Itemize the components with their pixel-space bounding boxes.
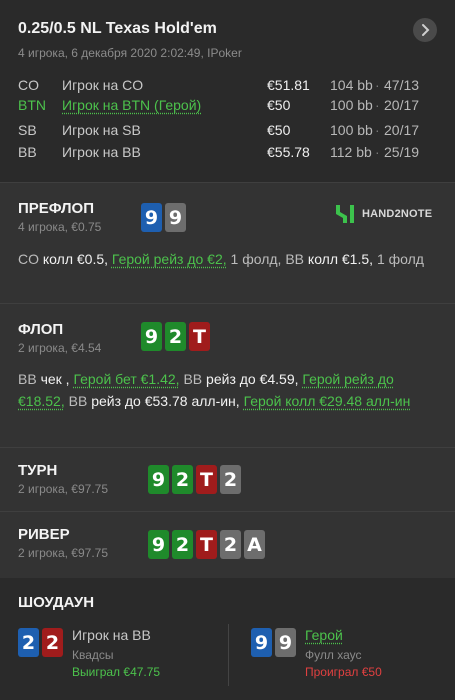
street-title: ТУРН xyxy=(18,462,58,479)
action-text: рейз до €4.59, xyxy=(206,371,299,387)
player-position: BB xyxy=(18,144,37,160)
player-bb: 112 bb xyxy=(330,144,372,160)
separator: · xyxy=(375,122,380,138)
street-title: РИВЕР xyxy=(18,526,70,543)
turn-section: ТУРН 2 игрока, €97.75 9 2 T 2 xyxy=(0,447,455,511)
river-section: РИВЕР 2 игрока, €97.75 9 2 T 2 A xyxy=(0,511,455,578)
player-name[interactable]: Игрок на SB xyxy=(62,122,141,138)
card: 2 xyxy=(172,530,193,559)
card: 2 xyxy=(220,530,241,559)
divider xyxy=(228,624,229,686)
player-row-hero: BTN Игрок на BTN (Герой) €50 100 bb · 20… xyxy=(0,97,455,119)
card: T xyxy=(196,465,217,494)
preflop-section: ПРЕФЛОП 4 игрока, €0.75 9 9 CO колл €0.5… xyxy=(0,182,455,303)
action-player: BB xyxy=(183,371,203,387)
villain-hand: Квадсы xyxy=(72,648,114,662)
hand2note-logo: HAND2NOTE xyxy=(334,203,432,225)
flop-section: ФЛОП 2 игрока, €4.54 9 2 T BB чек , Геро… xyxy=(0,303,455,447)
card: 9 xyxy=(251,628,272,657)
separator: · xyxy=(375,144,380,160)
player-bb: 100 bb xyxy=(330,122,373,138)
river-board: 9 2 T 2 A xyxy=(148,530,265,559)
player-stats: 20/17 xyxy=(384,122,420,138)
hero-cards: 9 9 xyxy=(251,628,296,657)
villain-name[interactable]: Игрок на BB xyxy=(72,627,151,643)
action-text: колл €0.5, xyxy=(42,251,109,267)
player-position: CO xyxy=(18,77,39,93)
player-row: SB Игрок на SB €50 100 bb · 20/17 xyxy=(0,122,455,144)
card: 2 xyxy=(18,628,39,657)
player-stack: €50 xyxy=(267,97,291,113)
action-text: 1 фолд, BB xyxy=(230,251,305,267)
street-pot: 4 игрока, €0.75 xyxy=(18,220,102,234)
player-stack: €50 xyxy=(267,122,291,138)
action-player: BB xyxy=(68,393,88,409)
card: A xyxy=(244,530,265,559)
player-name[interactable]: Игрок на BTN (Герой) xyxy=(62,97,201,113)
card: T xyxy=(189,322,210,351)
player-stats: 20/17 xyxy=(384,97,420,113)
hand2note-icon xyxy=(336,205,354,223)
street-title: ФЛОП xyxy=(18,321,64,338)
villain-cards: 2 2 xyxy=(18,628,63,657)
card: 9 xyxy=(275,628,296,657)
card: 9 xyxy=(148,530,169,559)
player-stack: €51.81 xyxy=(267,77,310,93)
card: 2 xyxy=(172,465,193,494)
player-name[interactable]: Игрок на BB xyxy=(62,144,141,160)
villain-result: Выиграл €47.75 xyxy=(72,665,161,679)
player-row: CO Игрок на CO €51.81 104 bb · 47/13 xyxy=(0,77,455,99)
player-stack: €55.78 xyxy=(267,144,310,160)
showdown-section: ШОУДАУН 2 2 Игрок на BB Квадсы Выиграл €… xyxy=(0,578,455,700)
action-player: CO xyxy=(18,251,39,267)
card: 9 xyxy=(141,322,162,351)
card: 9 xyxy=(148,465,169,494)
hero-result: Проиграл €50 xyxy=(305,665,382,679)
action-player: BB xyxy=(18,371,37,387)
card: 2 xyxy=(165,322,186,351)
flop-actions: BB чек , Герой бет €1.42, BB рейз до €4.… xyxy=(18,368,438,412)
card: 9 xyxy=(141,203,162,232)
logo-text: HAND2NOTE xyxy=(362,208,433,220)
flop-board: 9 2 T xyxy=(141,322,210,351)
preflop-actions: CO колл €0.5, Герой рейз до €2, 1 фолд, … xyxy=(18,248,438,270)
turn-board: 9 2 T 2 xyxy=(148,465,241,494)
street-title: ПРЕФЛОП xyxy=(18,200,94,217)
card: 9 xyxy=(165,203,186,232)
player-position: BTN xyxy=(18,97,46,113)
hand-info: 4 игрока, 6 декабря 2020 2:02:49, IPoker xyxy=(18,46,242,60)
separator: · xyxy=(375,77,380,93)
card: T xyxy=(196,530,217,559)
action-text: колл €1.5, xyxy=(307,251,374,267)
showdown-title: ШОУДАУН xyxy=(18,594,95,611)
player-name[interactable]: Игрок на CO xyxy=(62,77,143,93)
player-stats: 25/19 xyxy=(384,144,420,160)
hero-hand: Фулл хаус xyxy=(305,648,362,662)
hero-hole-cards: 9 9 xyxy=(141,203,186,232)
separator: · xyxy=(375,97,380,113)
game-title: 0.25/0.5 NL Texas Hold'em xyxy=(18,20,217,37)
action-text: рейз до €53.78 алл-ин, xyxy=(91,393,240,409)
hero-action[interactable]: Герой колл €29.48 алл-ин xyxy=(244,393,411,409)
hero-name[interactable]: Герой xyxy=(305,627,343,643)
hand-header: 0.25/0.5 NL Texas Hold'em 4 игрока, 6 де… xyxy=(0,0,455,182)
player-bb: 100 bb xyxy=(330,97,373,113)
player-position: SB xyxy=(18,122,37,138)
card: 2 xyxy=(42,628,63,657)
player-stats: 47/13 xyxy=(384,77,420,93)
chevron-right-icon xyxy=(422,24,430,36)
street-pot: 2 игрока, €4.54 xyxy=(18,341,102,355)
card: 2 xyxy=(220,465,241,494)
hero-action[interactable]: Герой бет €1.42, xyxy=(73,371,179,387)
next-hand-button[interactable] xyxy=(413,18,437,42)
player-bb: 104 bb xyxy=(330,77,373,93)
street-pot: 2 игрока, €97.75 xyxy=(18,546,108,560)
street-pot: 2 игрока, €97.75 xyxy=(18,482,108,496)
hero-action[interactable]: Герой рейз до €2, xyxy=(112,251,227,267)
player-row: BB Игрок на BB €55.78 112 bb · 25/19 xyxy=(0,144,455,166)
action-text: чек , xyxy=(40,371,70,387)
action-text: 1 фолд xyxy=(376,251,424,267)
